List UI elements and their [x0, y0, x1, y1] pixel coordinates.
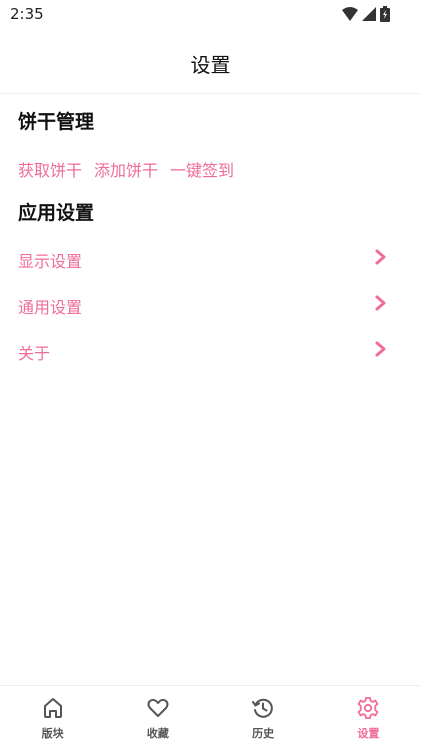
signal-icon: [362, 7, 376, 21]
nav-item-history[interactable]: 历史: [211, 686, 316, 748]
setting-label: 关于: [18, 344, 51, 363]
nav-label: 版块: [41, 727, 64, 740]
about-row[interactable]: 关于: [0, 330, 421, 370]
bottom-nav: 版块 收藏 历史 设置: [0, 685, 421, 748]
chevron-right-icon: [375, 249, 386, 265]
nav-item-favorites[interactable]: 收藏: [105, 686, 210, 748]
battery-icon: [380, 6, 390, 22]
nav-label: 收藏: [146, 727, 169, 740]
display-settings-row[interactable]: 显示设置: [0, 238, 421, 278]
get-cookie-link[interactable]: 获取饼干: [18, 157, 82, 181]
nav-label: 设置: [357, 727, 380, 740]
status-bar: 2:35: [0, 0, 421, 30]
home-icon: [43, 698, 62, 718]
status-icons: [342, 6, 390, 22]
setting-label: 显示设置: [18, 252, 83, 271]
app-bar: 设置: [0, 30, 421, 94]
nav-item-settings[interactable]: 设置: [316, 686, 421, 748]
chevron-right-icon: [375, 295, 386, 311]
status-time: 2:35: [10, 5, 44, 23]
history-icon: [252, 698, 273, 718]
gear-icon: [358, 697, 379, 719]
nav-label: 历史: [252, 727, 275, 740]
cookie-section-title: 饼干管理: [18, 111, 95, 133]
cookie-actions: 获取饼干 添加饼干 一键签到: [18, 157, 234, 181]
app-section-title: 应用设置: [18, 202, 95, 224]
general-settings-row[interactable]: 通用设置: [0, 284, 421, 324]
page-title: 设置: [190, 53, 231, 77]
chevron-right-icon: [375, 341, 386, 357]
heart-icon: [147, 698, 169, 717]
wifi-icon: [342, 7, 358, 21]
one-click-signin-link[interactable]: 一键签到: [170, 157, 234, 181]
setting-label: 通用设置: [18, 298, 83, 317]
nav-item-boards[interactable]: 版块: [0, 686, 105, 748]
add-cookie-link[interactable]: 添加饼干: [94, 157, 158, 181]
